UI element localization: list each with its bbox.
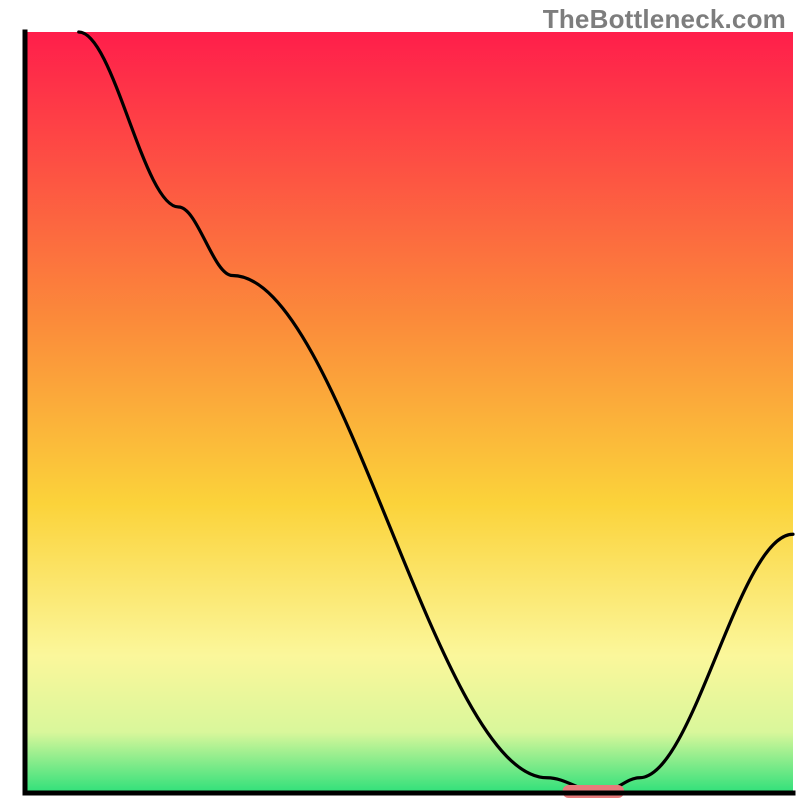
bottleneck-chart: TheBottleneck.com (0, 0, 800, 800)
chart-svg (0, 0, 800, 800)
